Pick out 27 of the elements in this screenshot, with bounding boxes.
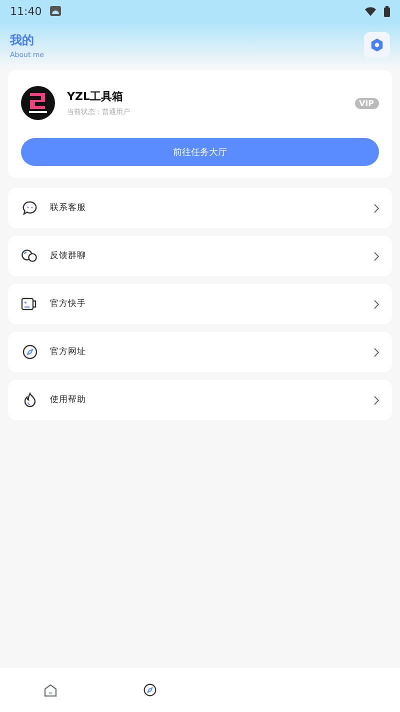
flame-icon bbox=[22, 392, 38, 408]
chat-bubble-icon bbox=[22, 200, 38, 216]
settings-icon bbox=[370, 38, 384, 52]
page-title: 我的 bbox=[10, 32, 35, 48]
chat-bubbles-icon bbox=[21, 248, 38, 264]
vip-badge: VIP bbox=[354, 98, 379, 108]
video-card-icon bbox=[21, 297, 38, 311]
chevron-right-icon bbox=[374, 348, 379, 356]
chevron-right-icon bbox=[374, 204, 379, 212]
status-time: 11:40 bbox=[10, 4, 42, 18]
compass-icon[interactable] bbox=[143, 683, 157, 697]
app-name: YZL工具箱 bbox=[67, 89, 124, 104]
menu-item[interactable]: 官方快手 bbox=[8, 284, 392, 324]
menu-item[interactable]: 反馈群聊 bbox=[8, 236, 392, 276]
chevron-right-icon bbox=[374, 396, 379, 404]
wifi-icon bbox=[365, 6, 376, 16]
menu-item[interactable]: 官方网址 bbox=[8, 332, 392, 372]
settings-button[interactable] bbox=[364, 32, 390, 58]
chevron-right-icon bbox=[374, 252, 379, 260]
app-logo bbox=[21, 86, 55, 120]
menu-item[interactable]: 使用帮助 bbox=[8, 380, 392, 420]
chevron-right-icon bbox=[374, 300, 379, 308]
compass-icon bbox=[22, 344, 38, 360]
menu-item[interactable]: 联系客服 bbox=[8, 188, 392, 228]
android-icon bbox=[50, 6, 61, 16]
battery-icon bbox=[384, 6, 390, 16]
home-icon[interactable] bbox=[44, 684, 56, 696]
